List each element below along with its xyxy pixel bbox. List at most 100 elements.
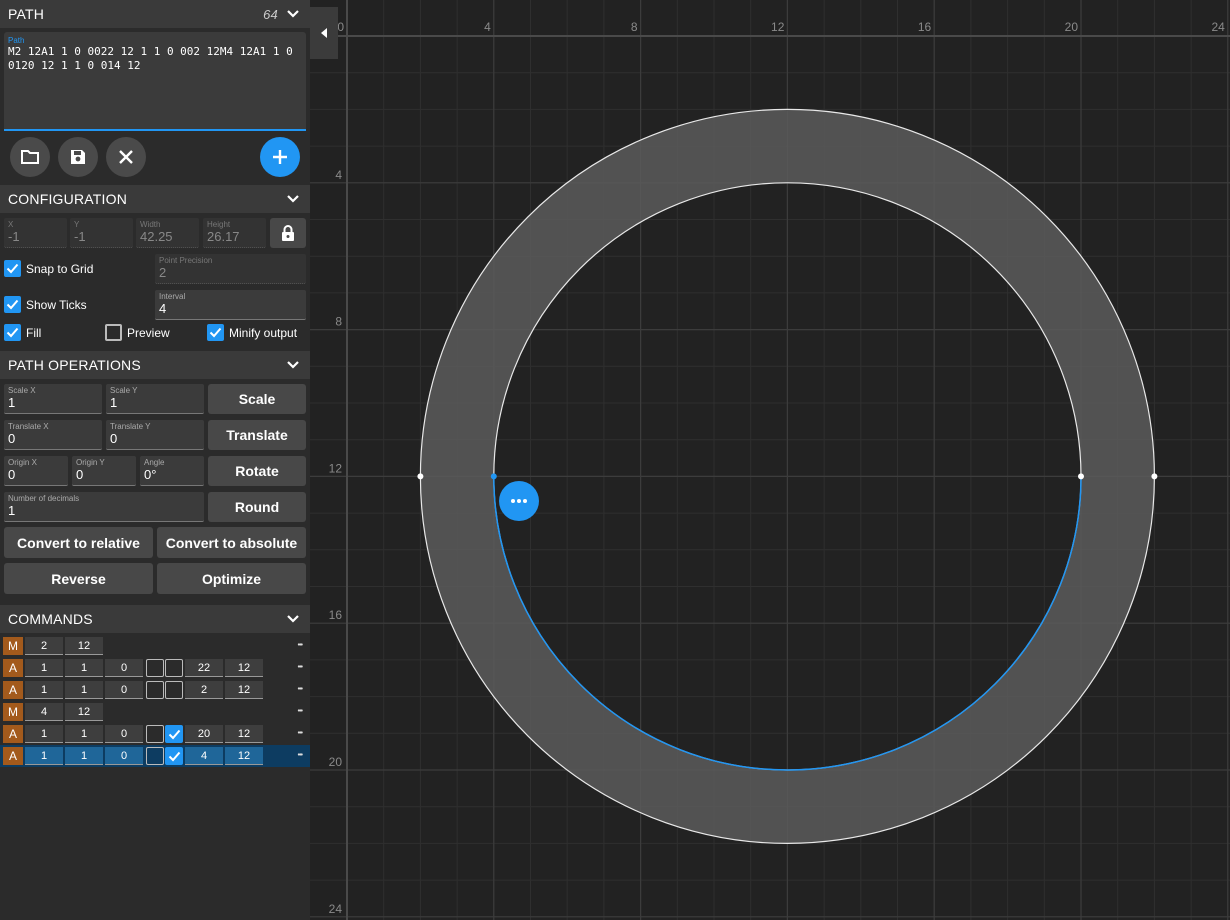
chevron-down-icon[interactable] [286,9,300,19]
command-value-input[interactable]: 12 [225,659,263,677]
command-value-input[interactable]: 1 [25,725,63,743]
command-value-input[interactable]: 1 [25,681,63,699]
command-type[interactable]: M [3,637,23,655]
commands-section-header[interactable]: COMMANDS [0,605,310,633]
y-field[interactable]: Y -1 [70,218,133,248]
path-point [417,473,424,480]
path-canvas[interactable]: 0 4 8 12 16 20 24 4 8 12 16 20 24 [310,0,1230,920]
minify-output-checkbox[interactable]: Minify output [207,324,297,341]
command-more-icon[interactable]: ••• [298,708,303,715]
origin-x-field[interactable]: Origin X 0 [4,456,68,486]
reverse-button[interactable]: Reverse [4,563,153,594]
command-row[interactable]: M 4 12 ••• [0,701,310,723]
convert-to-absolute-button[interactable]: Convert to absolute [157,527,306,558]
origin-y-field[interactable]: Origin Y 0 [72,456,136,486]
clear-button[interactable] [106,137,146,177]
sweep-flag-checkbox[interactable] [165,659,183,677]
command-value-input[interactable]: 0 [105,725,143,743]
sweep-flag-checkbox[interactable] [165,747,183,765]
scale-x-field[interactable]: Scale X 1 [4,384,102,414]
command-value-input[interactable]: 1 [25,747,63,765]
lock-ratio-button[interactable] [270,218,306,248]
decimals-field[interactable]: Number of decimals 1 [4,492,204,522]
round-button[interactable]: Round [208,492,306,522]
interval-field[interactable]: Interval 4 [155,290,306,320]
command-value-input[interactable]: 1 [65,747,103,765]
translate-x-field[interactable]: Translate X 0 [4,420,102,450]
save-button[interactable] [58,137,98,177]
command-value-input[interactable]: 12 [225,681,263,699]
command-value-input[interactable]: 1 [25,659,63,677]
rotate-button[interactable]: Rotate [208,456,306,486]
snap-to-grid-checkbox[interactable]: Snap to Grid [4,260,93,277]
sweep-flag-checkbox[interactable] [165,681,183,699]
command-value-input[interactable]: 0 [105,747,143,765]
translate-y-label: Translate Y [110,422,151,431]
command-value-input[interactable]: 1 [65,659,103,677]
path-operations-section-header[interactable]: PATH OPERATIONS [0,351,310,379]
translate-y-field[interactable]: Translate Y 0 [106,420,204,450]
command-value-input[interactable]: 2 [25,637,63,655]
command-more-icon[interactable]: ••• [298,730,303,737]
show-ticks-checkbox[interactable]: Show Ticks [4,296,87,313]
command-more-icon[interactable]: ••• [298,752,303,759]
command-value-input[interactable]: 12 [225,725,263,743]
command-row[interactable]: A 1 1 0 20 12 ••• [0,723,310,745]
fill-checkbox[interactable]: Fill [4,324,41,341]
chevron-down-icon[interactable] [286,614,300,624]
command-more-icon[interactable]: ••• [298,642,303,649]
scale-y-field[interactable]: Scale Y 1 [106,384,204,414]
path-section-header[interactable]: PATH 64 [0,0,310,28]
command-row[interactable]: A 1 1 0 2 12 ••• [0,679,310,701]
x-tick-label: 16 [918,20,932,34]
chevron-down-icon[interactable] [286,194,300,204]
command-row[interactable]: A 1 1 0 4 12 ••• [0,745,310,767]
command-value-input[interactable]: 4 [25,703,63,721]
command-row[interactable]: A 1 1 0 22 12 ••• [0,657,310,679]
optimize-button[interactable]: Optimize [157,563,306,594]
open-file-button[interactable] [10,137,50,177]
command-type[interactable]: A [3,681,23,699]
large-arc-flag-checkbox[interactable] [146,747,164,765]
convert-to-relative-button[interactable]: Convert to relative [4,527,153,558]
more-horizontal-icon [511,499,527,503]
width-field[interactable]: Width 42.25 [136,218,199,248]
angle-field[interactable]: Angle 0° [140,456,204,486]
sweep-flag-checkbox[interactable] [165,725,183,743]
x-field[interactable]: X -1 [4,218,67,248]
command-type[interactable]: A [3,659,23,677]
add-button[interactable] [260,137,300,177]
command-value-input[interactable]: 20 [185,725,223,743]
command-value-input[interactable]: 1 [65,681,103,699]
command-type[interactable]: A [3,747,23,765]
height-field[interactable]: Height 26.17 [203,218,266,248]
command-type[interactable]: A [3,725,23,743]
command-value-input[interactable]: 2 [185,681,223,699]
command-value-input[interactable]: 0 [105,659,143,677]
point-options-button[interactable] [499,481,539,521]
preview-checkbox[interactable]: Preview [105,324,170,341]
sidebar-toggle-button[interactable] [310,7,338,59]
path-input[interactable]: M2 12A1 1 0 0022 12 1 1 0 002 12M4 12A1 … [8,45,302,123]
command-value-input[interactable]: 1 [65,725,103,743]
command-row[interactable]: M 2 12 ••• [0,635,310,657]
command-value-input[interactable]: 0 [105,681,143,699]
caret-left-icon [321,28,327,38]
configuration-section-header[interactable]: CONFIGURATION [0,185,310,213]
command-value-input[interactable]: 4 [185,747,223,765]
command-value-input[interactable]: 12 [65,637,103,655]
command-more-icon[interactable]: ••• [298,664,303,671]
point-precision-field[interactable]: Point Precision 2 [155,254,306,284]
command-value-input[interactable]: 12 [65,703,103,721]
scale-button[interactable]: Scale [208,384,306,414]
command-more-icon[interactable]: ••• [298,686,303,693]
large-arc-flag-checkbox[interactable] [146,725,164,743]
command-value-input[interactable]: 22 [185,659,223,677]
large-arc-flag-checkbox[interactable] [146,681,164,699]
large-arc-flag-checkbox[interactable] [146,659,164,677]
command-type[interactable]: M [3,703,23,721]
command-value-input[interactable]: 12 [225,747,263,765]
chevron-down-icon[interactable] [286,360,300,370]
canvas-area[interactable]: 0 4 8 12 16 20 24 4 8 12 16 20 24 [310,0,1230,920]
translate-button[interactable]: Translate [208,420,306,450]
